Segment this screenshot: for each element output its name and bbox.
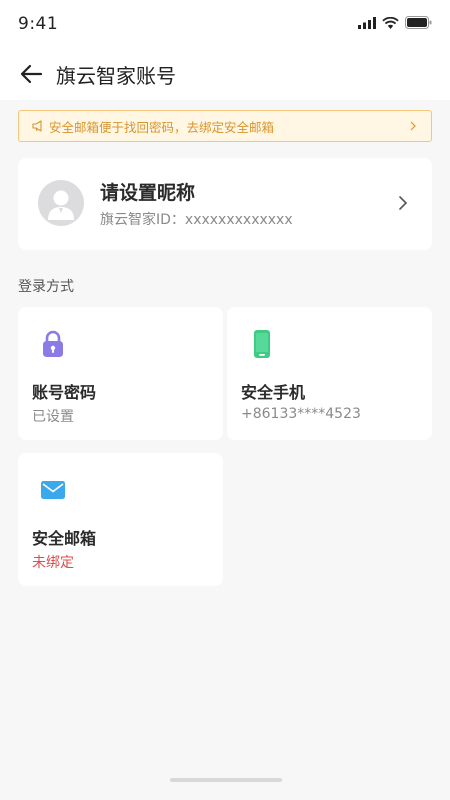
status-bar: 9:41 [0,0,450,48]
section-title: 登录方式 [18,279,74,295]
status-time: 9:41 [18,14,59,34]
signal-icon [358,16,376,29]
home-indicator[interactable] [170,778,282,782]
back-arrow-icon[interactable] [18,62,44,86]
avatar [38,180,84,226]
account-id: 旗云智家ID：xxxxxxxxxxxxx [100,212,293,228]
login-method-title: 账号密码 [32,383,97,402]
login-method-status: +86133****4523 [241,406,361,422]
nav-bar: 旗云智家账号 [0,48,450,100]
login-method-password[interactable]: 账号密码 已设置 [18,307,223,440]
phone-icon [254,330,270,358]
lock-icon [43,330,63,357]
page-title: 旗云智家账号 [56,64,176,88]
login-method-status: 已设置 [32,409,74,425]
login-method-title: 安全手机 [241,383,306,402]
bind-email-notice[interactable]: 安全邮箱便于找回密码，去绑定安全邮箱 [18,110,432,142]
mail-icon [41,481,65,499]
profile-card[interactable]: 请设置昵称 旗云智家ID：xxxxxxxxxxxxx [18,158,432,250]
battery-icon [405,16,432,29]
login-method-title: 安全邮箱 [32,529,97,548]
wifi-icon [382,16,399,29]
megaphone-icon [32,120,42,132]
login-method-email[interactable]: 安全邮箱 未绑定 [18,453,223,586]
status-icons [358,16,432,29]
nickname-label: 请设置昵称 [100,182,196,204]
notice-text: 安全邮箱便于找回密码，去绑定安全邮箱 [49,119,275,135]
login-method-phone[interactable]: 安全手机 +86133****4523 [227,307,432,440]
default-avatar-icon [48,190,74,220]
chevron-right-icon [399,196,408,210]
chevron-right-icon [410,121,416,131]
login-method-status: 未绑定 [32,555,74,571]
